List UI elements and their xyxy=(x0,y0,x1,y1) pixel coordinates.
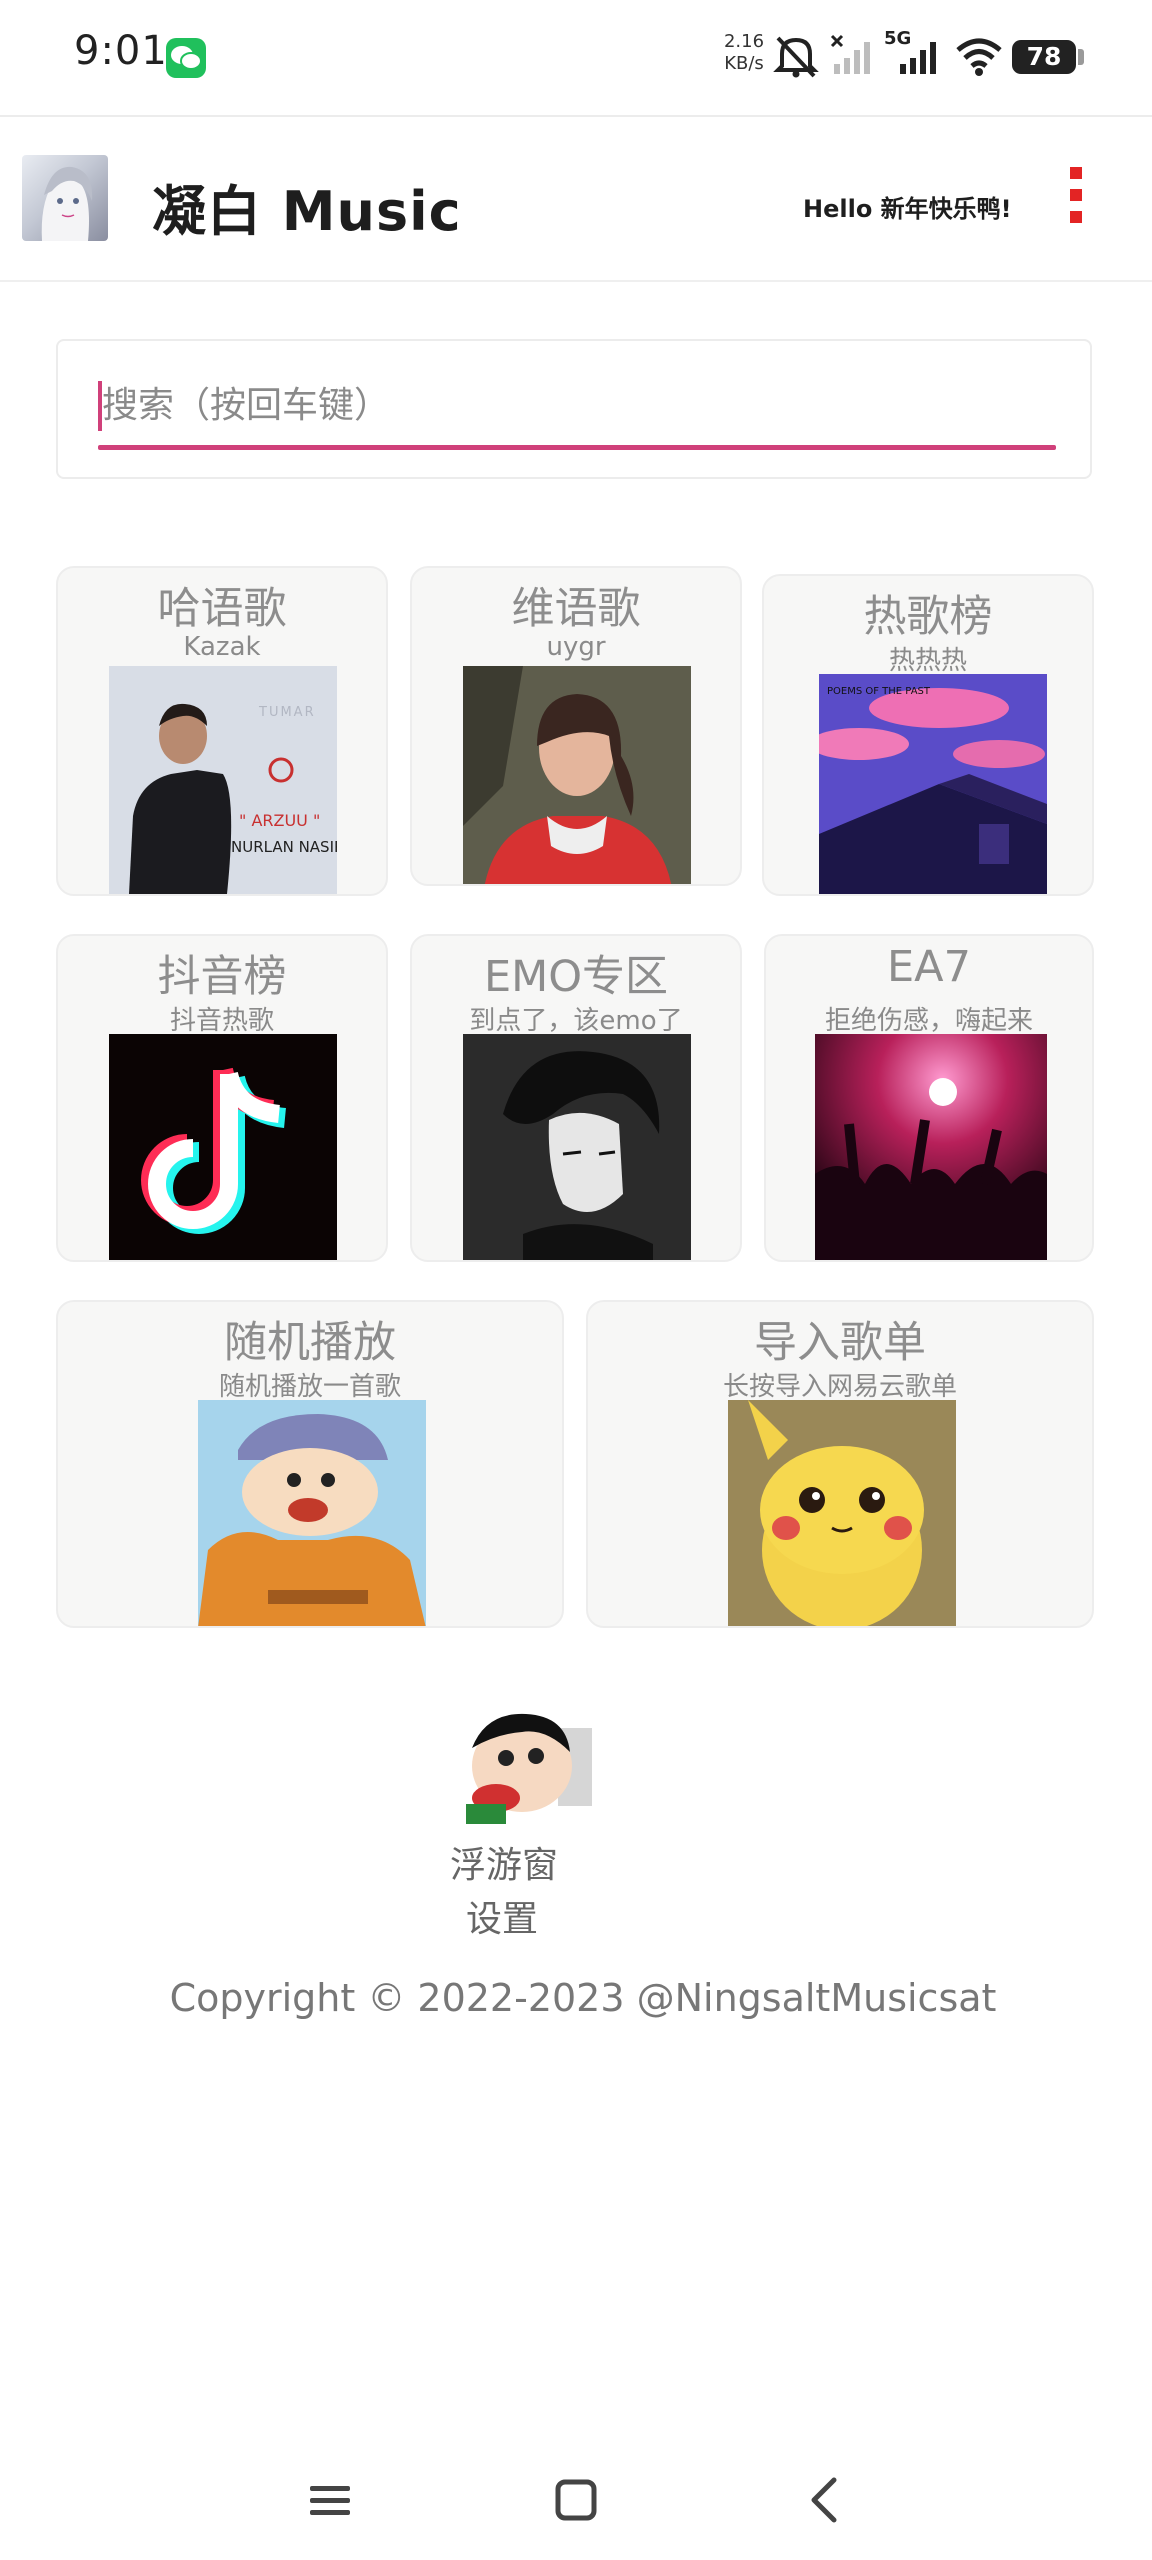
card-subtitle: 拒绝伤感，嗨起来 xyxy=(824,1006,1033,1036)
pikachu-art xyxy=(728,1400,956,1626)
battery-icon: 78 xyxy=(1012,40,1076,74)
card-subtitle: 抖音热歌 xyxy=(169,1006,274,1036)
app-title: 凝白 Music xyxy=(152,180,462,243)
crayon-shin-art xyxy=(198,1400,426,1626)
system-nav-bar xyxy=(0,2440,1152,2560)
card-douyin[interactable]: 抖音榜 抖音热歌 xyxy=(56,934,388,1262)
hot-album-art: POEMS OF THE PAST xyxy=(819,674,1047,894)
card-title: 哈语歌 xyxy=(157,584,287,634)
card-import-playlist[interactable]: 导入歌单 长按导入网易云歌单 xyxy=(586,1300,1094,1628)
net-speed-value: 2.16 xyxy=(723,31,765,52)
emo-art xyxy=(463,1034,691,1260)
card-uygr[interactable]: 维语歌 uygr xyxy=(410,566,742,886)
wifi-icon xyxy=(956,38,1002,76)
status-bar: 9:01 2.16 KB/s 5G 78 xyxy=(0,0,1152,115)
status-time: 9:01 xyxy=(74,28,168,74)
wechat-icon xyxy=(166,38,206,78)
back-icon[interactable] xyxy=(796,2470,856,2530)
card-kazak[interactable]: 哈语歌 Kazak TUMAR " ARZUU " NURLAN NASIP xyxy=(56,566,388,896)
more-menu-icon[interactable] xyxy=(1070,167,1084,227)
tumar-text: TUMAR xyxy=(258,705,316,720)
card-random[interactable]: 随机播放 随机播放一首歌 xyxy=(56,1300,564,1628)
card-subtitle: 随机播放一首歌 xyxy=(218,1372,401,1402)
party-art xyxy=(815,1034,1047,1260)
card-title: 导入歌单 xyxy=(754,1318,926,1368)
battery-level: 78 xyxy=(1026,42,1062,71)
battery-tip xyxy=(1078,49,1084,65)
net-speed: 2.16 KB/s xyxy=(720,31,768,75)
search-input[interactable] xyxy=(98,377,1058,433)
signal-icon xyxy=(900,42,936,74)
header-divider xyxy=(0,280,1152,282)
copyright-text: Copyright © 2022-2023 @NingsaltMusicsat xyxy=(169,1976,997,2020)
card-title: 随机播放 xyxy=(224,1318,396,1368)
card-subtitle: 到点了，该emo了 xyxy=(469,1006,683,1036)
float-settings-link[interactable]: 设置 xyxy=(466,1890,538,1942)
float-window-avatar[interactable] xyxy=(466,1712,596,1824)
app-logo-avatar[interactable] xyxy=(22,155,108,241)
no-signal-icon xyxy=(830,34,870,74)
net-speed-unit: KB/s xyxy=(724,53,764,74)
search-box xyxy=(56,339,1092,479)
card-subtitle: uygr xyxy=(546,632,606,662)
kazak-album-art: TUMAR " ARZUU " NURLAN NASIP xyxy=(109,666,337,894)
card-title: EMO专区 xyxy=(483,952,669,1002)
text-caret xyxy=(98,381,102,431)
card-title: EA7 xyxy=(887,942,971,992)
greeting-text: Hello 新年快乐鸭! xyxy=(803,195,1012,223)
float-window-label[interactable]: 浮游窗 xyxy=(450,1836,558,1888)
search-underline xyxy=(98,445,1056,450)
card-ea7[interactable]: EA7 拒绝伤感，嗨起来 xyxy=(764,934,1094,1262)
mute-bell-icon xyxy=(773,36,819,78)
song-text: " ARZUU " xyxy=(239,811,320,830)
menu-icon[interactable] xyxy=(300,2470,360,2530)
card-title: 抖音榜 xyxy=(157,952,287,1002)
card-emo[interactable]: EMO专区 到点了，该emo了 xyxy=(410,934,742,1262)
home-icon[interactable] xyxy=(546,2470,606,2530)
card-title: 维语歌 xyxy=(511,584,641,634)
artist-text: NURLAN NASIP xyxy=(231,838,337,856)
card-title: 热歌榜 xyxy=(863,592,993,642)
card-subtitle: 长按导入网易云歌单 xyxy=(722,1372,957,1402)
poems-text: POEMS OF THE PAST xyxy=(827,686,931,697)
card-hot[interactable]: 热歌榜 热热热 POEMS OF THE PAST xyxy=(762,574,1094,896)
douyin-logo-art xyxy=(109,1034,337,1260)
card-subtitle: 热热热 xyxy=(888,646,967,676)
app-header: 凝白 Music Hello 新年快乐鸭! xyxy=(0,117,1152,280)
card-subtitle: Kazak xyxy=(183,632,261,662)
uygr-album-art xyxy=(463,666,691,884)
